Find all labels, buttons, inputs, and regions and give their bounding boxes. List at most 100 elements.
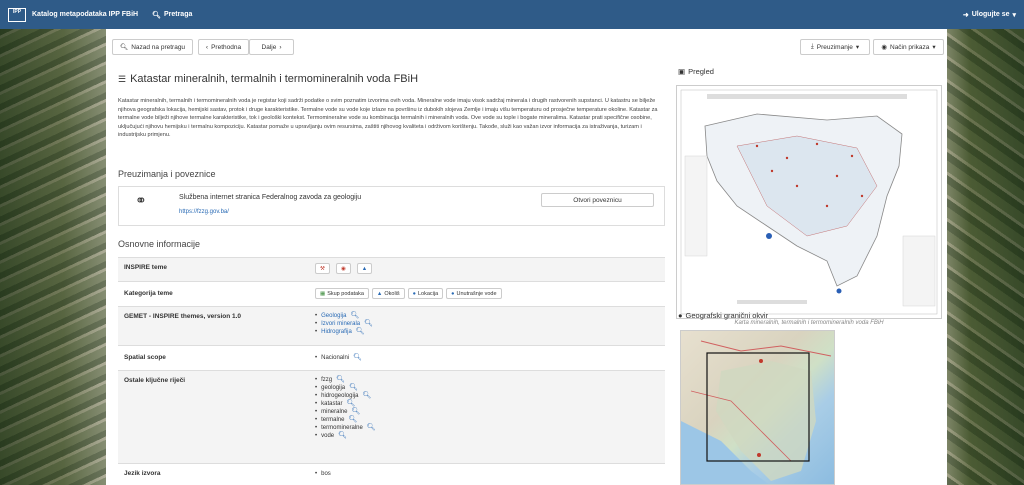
satellite-background-left — [0, 29, 106, 485]
search-icon[interactable]: 🔍︎ — [364, 320, 373, 328]
scope-label: Spatial scope — [124, 354, 166, 361]
search-icon: 🔍︎ — [119, 44, 129, 51]
search-icon[interactable]: 🔍︎ — [350, 312, 359, 320]
list-item: • katastar 🔍︎ — [315, 400, 356, 408]
list-item: • termalne 🔍︎ — [315, 416, 358, 424]
preview-map-image[interactable] — [676, 85, 942, 319]
map-marker-icon: ● — [412, 290, 416, 297]
search-icon[interactable]: 🔍︎ — [338, 432, 347, 440]
open-link-button[interactable]: Otvori poveznicu — [541, 193, 654, 207]
table-row: Spatial scope • Nacionalni 🔍︎ — [118, 345, 665, 370]
search-icon[interactable]: 🔍︎ — [346, 400, 355, 408]
caret-down-icon: ▾ — [855, 44, 860, 51]
next-button[interactable]: Dalje › — [249, 39, 294, 55]
keyword-text: hidrogeologija — [321, 393, 359, 399]
bbox-heading: ● Geografski granični okvir — [678, 311, 768, 320]
back-to-search-button[interactable]: 🔍︎ Nazad na pretragu — [112, 39, 193, 55]
bbox-map-graphic — [681, 340, 832, 484]
search-icon[interactable]: 🔍︎ — [353, 354, 362, 362]
list-item: • mineralne 🔍︎ — [315, 408, 361, 416]
bounding-box-map[interactable] — [680, 330, 835, 485]
water-drop-icon: ● — [451, 290, 455, 297]
category-text: Unutrašnje vode — [456, 290, 497, 297]
link-card: ⚭ Službena internet stranica Federalnog … — [118, 186, 665, 226]
catalog-title[interactable]: Katalog metapodataka IPP FBiH — [32, 11, 138, 18]
list-item: • vode 🔍︎ — [315, 432, 348, 440]
record-title: ☰ Katastar mineralnih, termalnih i termo… — [118, 73, 418, 85]
category-chip-environment[interactable]: ▲ Okoliš — [371, 288, 405, 299]
search-icon[interactable]: 🔍︎ — [367, 424, 376, 432]
search-icon[interactable]: 🔍︎ — [348, 416, 357, 424]
list-item: • Hidrografija 🔍︎ — [315, 328, 365, 336]
keyword-link[interactable]: Izvori minerala — [321, 320, 360, 328]
dataset-icon: ▦ — [320, 290, 326, 297]
search-icon[interactable]: 🔍︎ — [351, 408, 360, 416]
download-button[interactable]: ⤓ Preuzimanje ▾ — [800, 39, 870, 55]
image-icon: ▣ — [678, 67, 686, 76]
list-item: • geologija 🔍︎ — [315, 384, 359, 392]
list-item: • fzzg 🔍︎ — [315, 376, 346, 384]
list-item: • Izvori minerala 🔍︎ — [315, 320, 374, 328]
map-marker-icon: ● — [678, 311, 683, 320]
login-link[interactable]: ➜ Ulogujte se ▾ — [963, 11, 1016, 19]
search-icon[interactable]: 🔍︎ — [356, 328, 365, 336]
category-text: Lokacija — [417, 290, 439, 297]
link-icon: ⚭ — [135, 192, 147, 208]
view-mode-button[interactable]: ◉ Način prikaza ▾ — [873, 39, 944, 55]
brand[interactable]: IPP Katalog metapodataka IPP FBiH — [8, 7, 138, 22]
search-icon[interactable]: 🔍︎ — [349, 384, 358, 392]
satellite-background-right — [947, 29, 1024, 485]
bbox-label: Geografski granični okvir — [685, 311, 769, 320]
keyword-text: termomineralne — [321, 425, 363, 431]
nav-search-link[interactable]: 🔍︎ Pretraga — [152, 11, 192, 19]
gemet-label: GEMET - INSPIRE themes, version 1.0 — [124, 313, 242, 320]
download-label: Preuzimanje — [816, 43, 853, 51]
record-title-text: Katastar mineralnih, termalnih i termomi… — [130, 73, 419, 85]
keyword-link[interactable]: Geologija — [321, 312, 346, 320]
scope-list: • Nacionalni 🔍︎ — [315, 354, 362, 362]
list-item: • termomineralne 🔍︎ — [315, 424, 376, 432]
category-text: Skup podataka — [327, 290, 364, 297]
category-chip-location[interactable]: ● Lokacija — [407, 288, 444, 299]
info-section-heading: Osnovne informacije — [118, 239, 201, 249]
water-theme-icon[interactable]: ▲ — [356, 263, 373, 274]
view-mode-label: Način prikaza — [890, 43, 930, 51]
top-navbar: IPP Katalog metapodataka IPP FBiH 🔍︎ Pre… — [0, 0, 1024, 29]
inspire-icons: ⚒ ◉ ▲ — [315, 263, 375, 274]
search-icon[interactable]: 🔍︎ — [336, 376, 345, 384]
next-label: Dalje — [261, 43, 277, 51]
previous-label: Prethodna — [211, 43, 242, 51]
open-link-label: Otvori poveznicu — [573, 196, 622, 204]
keyword-link[interactable]: Hidrografija — [321, 328, 352, 336]
list-item: • Nacionalni 🔍︎ — [315, 354, 363, 362]
tree-icon: ▲ — [376, 290, 383, 297]
database-icon: ☰ — [118, 73, 127, 84]
category-chip-inland-waters[interactable]: ● Unutrašnje vode — [446, 288, 502, 299]
keyword-text: vode — [321, 433, 335, 439]
geology-theme-icon[interactable]: ⚒ — [315, 263, 330, 274]
category-chips: ▦ Skup podataka ▲ Okoliš ● Lokacija ● Unutra… — [315, 288, 505, 299]
back-label: Nazad na pretragu — [131, 43, 186, 51]
language-label: Jezik izvora — [124, 470, 161, 477]
caret-down-icon: ▾ — [1012, 11, 1016, 19]
login-icon: ➜ — [962, 11, 969, 19]
chevron-left-icon: ‹ — [205, 43, 209, 51]
list-item: • hidrogeologija 🔍︎ — [315, 392, 372, 400]
previous-button[interactable]: ‹ Prethodna — [198, 39, 249, 55]
main-content: 🔍︎ Nazad na pretragu ‹ Prethodna Dalje ›… — [106, 29, 947, 485]
preview-map-graphic — [680, 89, 938, 315]
list-item: • Geologija 🔍︎ — [315, 312, 360, 320]
link-url[interactable]: https://fzzg.gov.ba/ — [179, 209, 229, 215]
category-chip-dataset[interactable]: ▦ Skup podataka — [315, 288, 369, 299]
search-icon[interactable]: 🔍︎ — [362, 392, 371, 400]
language-value: bos — [321, 471, 331, 477]
table-row: GEMET - INSPIRE themes, version 1.0 • Ge… — [118, 306, 665, 345]
record-description: Katastar mineralnih, termalnih i termomi… — [118, 98, 658, 139]
language-list: • bos — [315, 470, 331, 478]
scope-value: Nacionalni — [321, 355, 350, 361]
keyword-text: katastar — [321, 401, 343, 407]
login-label: Ulogujte se — [971, 11, 1010, 18]
category-label: Kategorija teme — [124, 290, 173, 297]
preview-label: Pregled — [688, 67, 714, 76]
mineral-theme-icon[interactable]: ◉ — [335, 263, 351, 274]
